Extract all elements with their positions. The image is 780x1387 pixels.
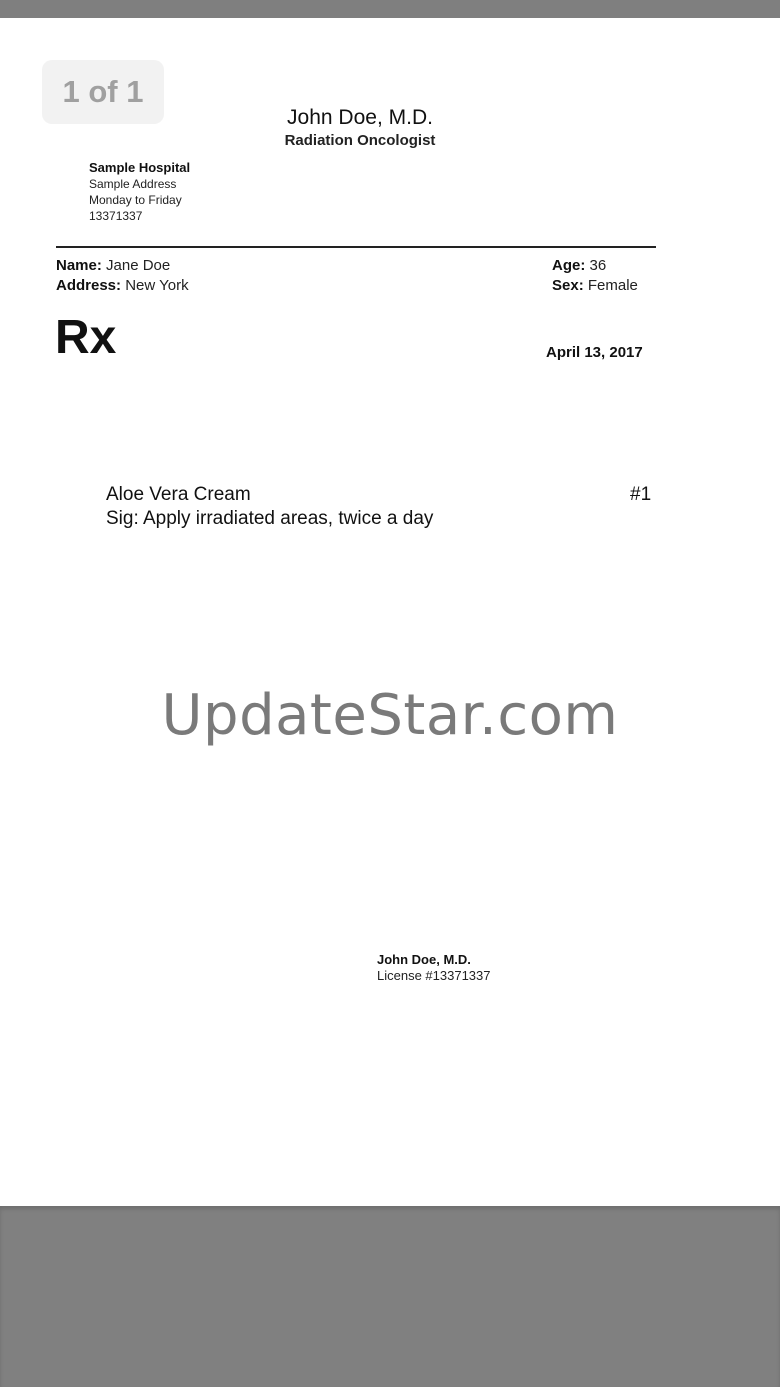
header-divider xyxy=(56,246,656,248)
medication-name: Aloe Vera Cream xyxy=(106,484,251,505)
medication-entry: Aloe Vera Cream Sig: Apply irradiated ar… xyxy=(106,483,433,531)
patient-address-label: Address: xyxy=(56,277,122,294)
page-indicator: 1 of 1 xyxy=(42,60,164,124)
rx-symbol: Rx xyxy=(55,311,117,364)
hospital-phone: 13371337 xyxy=(89,209,143,223)
signature-name: John Doe, M.D. xyxy=(377,952,471,967)
patient-sex: Female xyxy=(587,277,638,294)
hospital-hours: Monday to Friday xyxy=(89,193,182,207)
doctor-name: John Doe, M.D. xyxy=(287,106,433,129)
prescription-date: April 13, 2017 xyxy=(546,344,643,361)
hospital-address: Sample Address xyxy=(89,177,177,191)
viewer-top-bar xyxy=(0,0,780,18)
signature-license: License #13371337 xyxy=(377,968,491,983)
document-viewer: 1 of 1 John Doe, M.D. Radiation Oncologi… xyxy=(0,0,780,1387)
watermark: UpdateStar.com xyxy=(161,683,619,748)
patient-address-row: Address: New York xyxy=(56,276,189,296)
viewer-bottom-area xyxy=(0,1206,780,1387)
medication-sig: Sig: Apply irradiated areas, twice a day xyxy=(106,508,434,529)
prescription-page[interactable]: 1 of 1 John Doe, M.D. Radiation Oncologi… xyxy=(0,18,780,1206)
patient-name: Jane Doe xyxy=(106,257,171,274)
hospital-name: Sample Hospital xyxy=(89,160,191,175)
patient-sex-label: Sex: xyxy=(552,277,584,294)
patient-address: New York xyxy=(125,277,189,294)
patient-age-label: Age: xyxy=(552,257,586,274)
doctor-header: John Doe, M.D. Radiation Oncologist xyxy=(220,104,500,150)
medication-number: #1 xyxy=(630,484,652,505)
patient-age-row: Age: 36 xyxy=(552,256,638,276)
patient-sex-row: Sex: Female xyxy=(552,276,638,296)
signature-block: John Doe, M.D. License #13371337 xyxy=(377,952,491,984)
patient-age: 36 xyxy=(589,257,607,274)
doctor-specialty: Radiation Oncologist xyxy=(284,132,436,149)
patient-info-left: Name: Jane Doe Address: New York xyxy=(56,256,189,296)
patient-name-row: Name: Jane Doe xyxy=(56,256,189,276)
patient-name-label: Name: xyxy=(56,257,102,274)
hospital-info: Sample Hospital Sample Address Monday to… xyxy=(89,159,190,224)
patient-info-right: Age: 36 Sex: Female xyxy=(552,256,638,296)
